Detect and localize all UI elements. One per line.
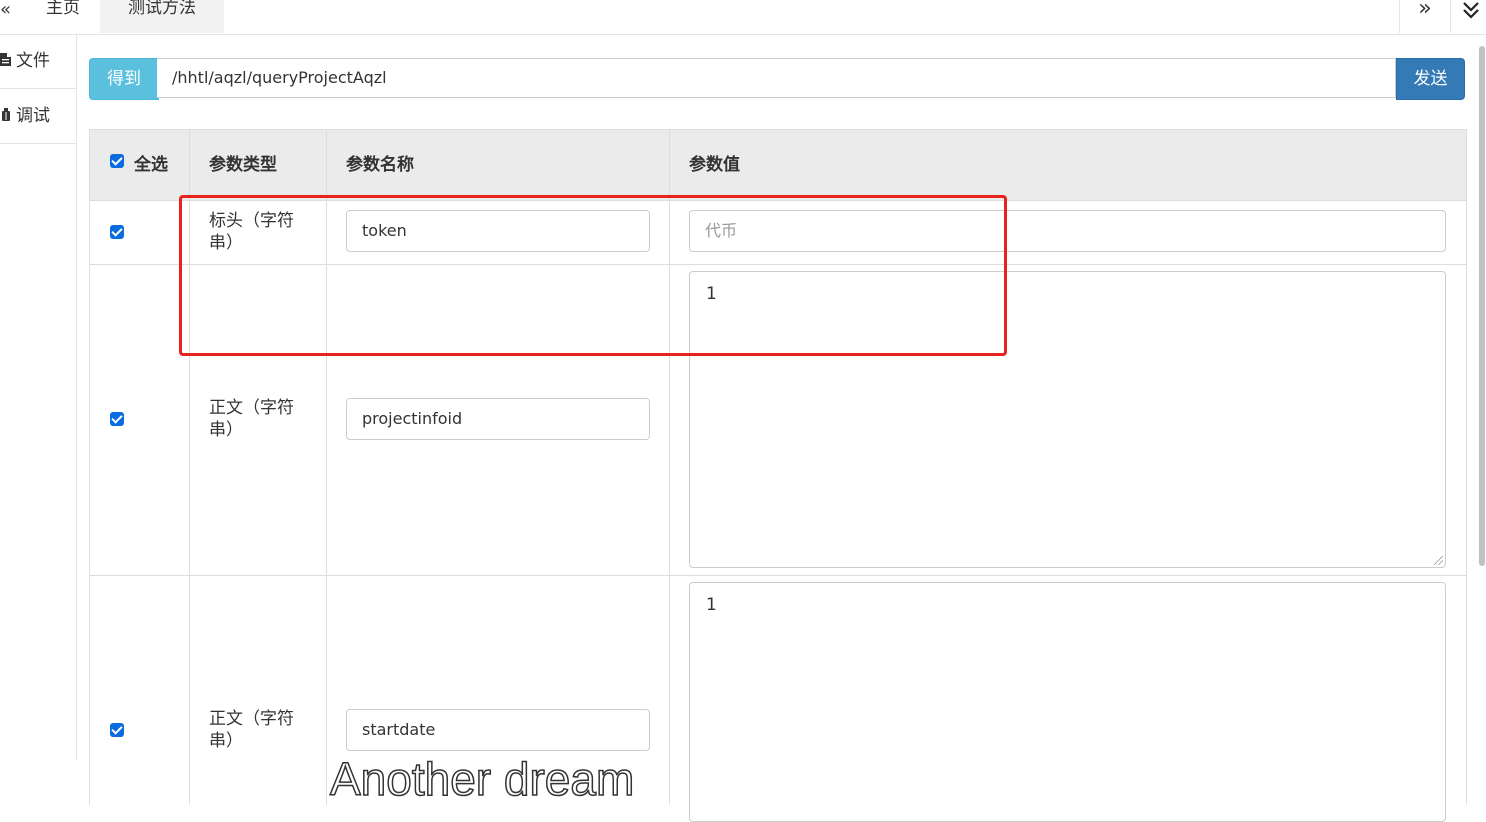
- http-method-button[interactable]: 得到: [89, 58, 159, 100]
- params-table-header: 全选 参数类型 参数名称 参数值: [90, 130, 1466, 201]
- param-name-input[interactable]: startdate: [346, 709, 650, 751]
- tab-home[interactable]: 主页: [26, 0, 100, 33]
- table-row: 正文（字符串） startdate 1: [90, 576, 1466, 822]
- tabs-menu-chevron-down-icon[interactable]: [1456, 0, 1486, 33]
- param-name-input[interactable]: projectinfoid: [346, 398, 650, 440]
- sidebar-item-file[interactable]: 文件: [0, 34, 76, 89]
- url-input[interactable]: /hhtl/aqzl/queryProjectAqzl: [157, 58, 1396, 98]
- param-type: 正文（字符串）: [209, 398, 294, 440]
- param-type: 正文（字符串）: [209, 709, 294, 751]
- sidebar-item-debug[interactable]: 调试: [0, 89, 76, 144]
- request-bar: 得到 /hhtl/aqzl/queryProjectAqzl 发送: [89, 58, 1465, 100]
- red-highlight-box: [179, 195, 1007, 356]
- chevron-double-down-icon: [1463, 2, 1479, 19]
- send-button[interactable]: 发送: [1396, 58, 1465, 100]
- scrollbar-thumb[interactable]: [1479, 46, 1485, 566]
- file-icon: [0, 36, 14, 90]
- param-value-textarea[interactable]: 1: [689, 582, 1446, 822]
- param-value-text: 1: [706, 595, 717, 615]
- vertical-scrollbar[interactable]: [1479, 34, 1486, 804]
- tab-test-method[interactable]: 测试方法: [100, 0, 224, 33]
- tab-bar: « 主页 测试方法 »: [0, 0, 1486, 35]
- sidebar-item-label: 文件: [16, 51, 50, 71]
- column-header-value: 参数值: [689, 155, 740, 175]
- debug-icon: [0, 91, 14, 145]
- select-all-label: 全选: [134, 155, 168, 175]
- column-header-name: 参数名称: [346, 155, 414, 175]
- watermark-text: Another dream: [329, 752, 635, 806]
- column-header-type: 参数类型: [209, 155, 277, 175]
- tabs-scroll-left-button[interactable]: «: [0, 0, 24, 33]
- select-all-checkbox[interactable]: [110, 154, 124, 168]
- sidebar-item-label: 调试: [16, 106, 50, 126]
- row-checkbox[interactable]: [110, 225, 124, 239]
- row-checkbox[interactable]: [110, 723, 124, 737]
- sidebar: 文件 调试: [0, 34, 77, 760]
- resize-handle-icon[interactable]: [1434, 556, 1443, 565]
- row-checkbox[interactable]: [110, 412, 124, 426]
- tabs-scroll-right-button[interactable]: »: [1399, 0, 1451, 33]
